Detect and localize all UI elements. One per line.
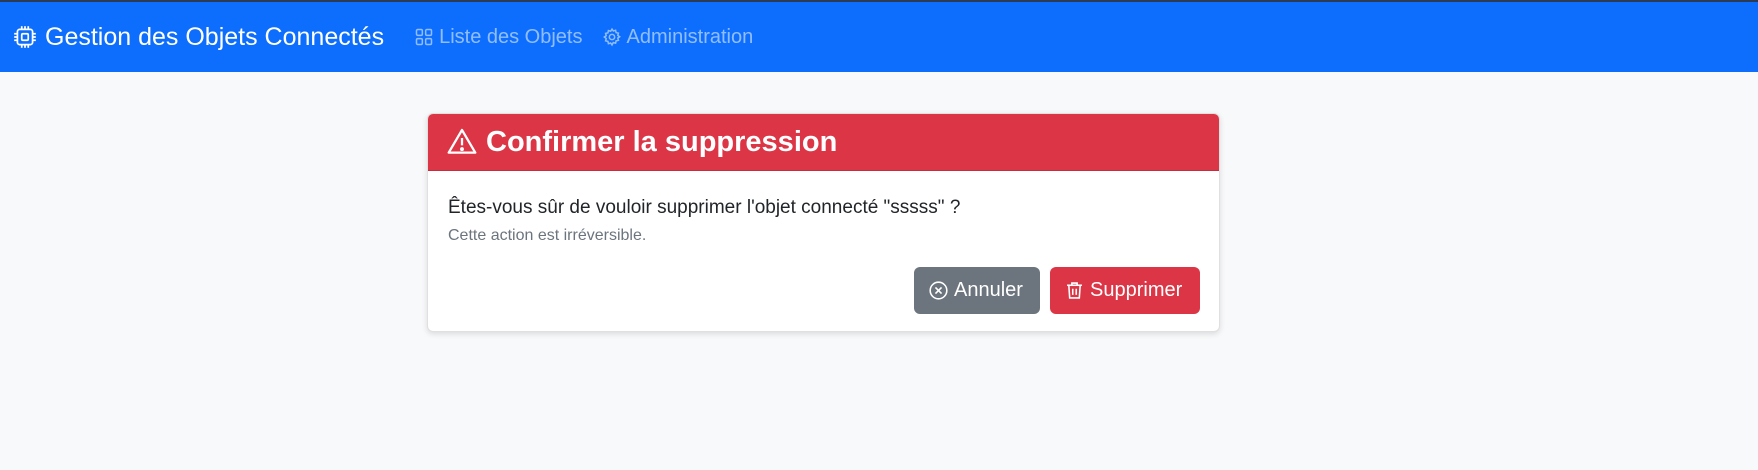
- delete-confirm-dialog: Confirmer la suppression Êtes-vous sûr d…: [427, 113, 1220, 332]
- delete-label: Supprimer: [1090, 279, 1183, 301]
- trash-icon: [1064, 280, 1085, 301]
- grid-icon: [414, 27, 434, 47]
- irreversible-note: Cette action est irréversible.: [448, 227, 647, 244]
- navbar: Gestion des Objets Connectés Liste des O…: [0, 2, 1758, 72]
- nav-link-liste-objets[interactable]: Liste des Objets: [414, 25, 583, 49]
- nav-link-label: Liste des Objets: [439, 25, 583, 48]
- warning-icon: [446, 126, 478, 158]
- cpu-icon: [12, 24, 38, 50]
- dialog-title: Confirmer la suppression: [486, 125, 838, 158]
- nav-link-label: Administration: [626, 25, 754, 48]
- brand-title: Gestion des Objets Connectés: [45, 22, 385, 51]
- cancel-button[interactable]: Annuler: [914, 267, 1040, 314]
- gear-icon: [602, 27, 622, 47]
- dialog-header: Confirmer la suppression: [428, 114, 1219, 171]
- brand-link[interactable]: Gestion des Objets Connectés: [12, 23, 384, 52]
- delete-button[interactable]: Supprimer: [1050, 267, 1200, 314]
- cancel-label: Annuler: [954, 279, 1023, 301]
- confirm-question: Êtes-vous sûr de vouloir supprimer l'obj…: [448, 197, 961, 218]
- nav-link-administration[interactable]: Administration: [602, 25, 754, 49]
- x-circle-icon: [928, 280, 949, 301]
